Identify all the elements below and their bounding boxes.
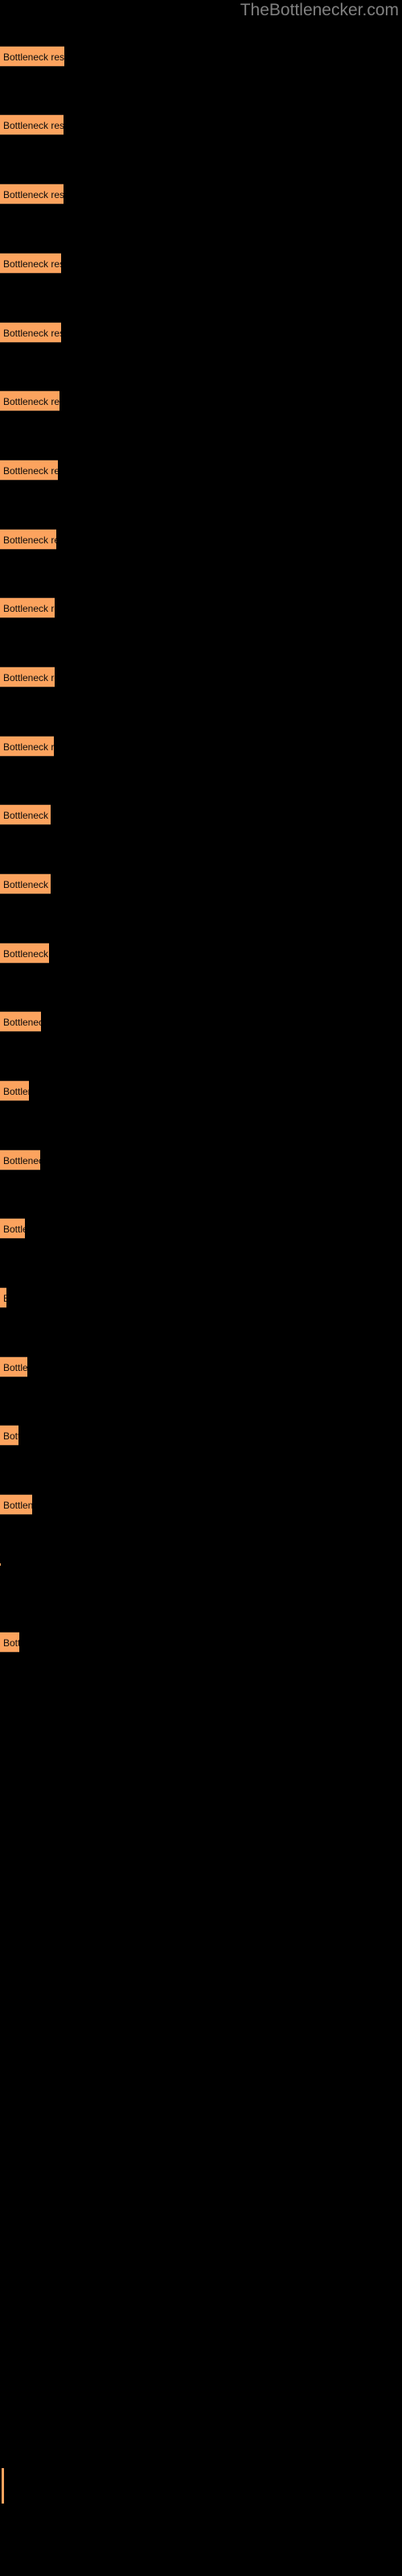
bar-label: Bottleneck result (3, 52, 64, 63)
bar-row[interactable]: Bottleneck result (0, 390, 59, 411)
bar-row[interactable]: Bottleneck result (0, 529, 56, 550)
bar-label: Bottleneck result (3, 603, 55, 614)
bar-label: Bottleneck result (3, 1500, 32, 1511)
bar-label: Bottleneck result (3, 1362, 27, 1373)
bar-row[interactable]: Bottleneck result (0, 1080, 29, 1101)
bar-label: Bottleneck result (3, 465, 58, 477)
bar-row[interactable]: Bottleneck result (0, 1150, 40, 1170)
bar-row[interactable]: Bottleneck result (0, 943, 49, 964)
bar-label: Bottleneck result (3, 1430, 18, 1442)
bar-label: Bottleneck result (3, 120, 64, 131)
bar-label: Bottleneck result (3, 396, 59, 407)
bar-row[interactable]: Bottleneck result (0, 1218, 25, 1239)
bar-chart: TheBottlenecker.com Bottleneck result Bo… (0, 0, 402, 2576)
bar-row[interactable]: Bottleneck result (0, 460, 58, 481)
bar-row[interactable]: Bottleneck result (0, 736, 54, 757)
bar-label: Bottleneck result (3, 810, 51, 821)
bar-row[interactable]: Bottleneck result (0, 46, 64, 67)
bar-label: Bottleneck result (3, 328, 61, 339)
bar-row[interactable]: Bottleneck result (0, 804, 51, 825)
bar-label: Bottleneck result (3, 1224, 25, 1235)
bar-label: Bottleneck result (3, 535, 56, 546)
bar-row[interactable]: Bottleneck result (0, 1011, 41, 1032)
bar-label: Bottleneck result (3, 1017, 41, 1028)
bar-row[interactable]: Bottleneck result (0, 322, 61, 343)
bar-label: Bottleneck result (3, 189, 64, 200)
bar-row[interactable]: Bottleneck result (0, 1563, 1, 1566)
bar-label: Bottleneck result (3, 879, 51, 890)
bar-row[interactable]: Bottleneck result (0, 114, 64, 135)
bar-row[interactable]: Bottleneck result (0, 1287, 6, 1308)
bar-row[interactable]: Bottleneck result (0, 1494, 32, 1515)
bar-label: Bottleneck result (3, 1086, 29, 1097)
bar-label: Bottleneck result (3, 1637, 19, 1649)
bar-row[interactable]: Bottleneck result (0, 253, 61, 274)
axis-tick-mark (2, 2468, 4, 2504)
bar-label: Bottleneck result (0, 1563, 1, 1566)
bar-row[interactable]: Bottleneck result (0, 1425, 18, 1446)
bar-row[interactable]: Bottleneck result (0, 873, 51, 894)
bar-label: Bottleneck result (3, 948, 49, 960)
bar-row[interactable]: Bottleneck result (0, 667, 55, 687)
bar-label: Bottleneck result (0, 1288, 6, 1307)
bar-row[interactable]: Bottleneck result (0, 184, 64, 204)
bar-label: Bottleneck result (3, 1155, 40, 1166)
bar-row[interactable]: Bottleneck result (0, 1356, 27, 1377)
bar-row[interactable]: Bottleneck result (0, 597, 55, 618)
site-title: TheBottlenecker.com (240, 1, 399, 19)
bar-label: Bottleneck result (3, 672, 55, 683)
bar-label: Bottleneck result (3, 258, 61, 270)
bar-label: Bottleneck result (3, 741, 54, 753)
bar-row[interactable]: Bottleneck result (0, 1632, 19, 1653)
